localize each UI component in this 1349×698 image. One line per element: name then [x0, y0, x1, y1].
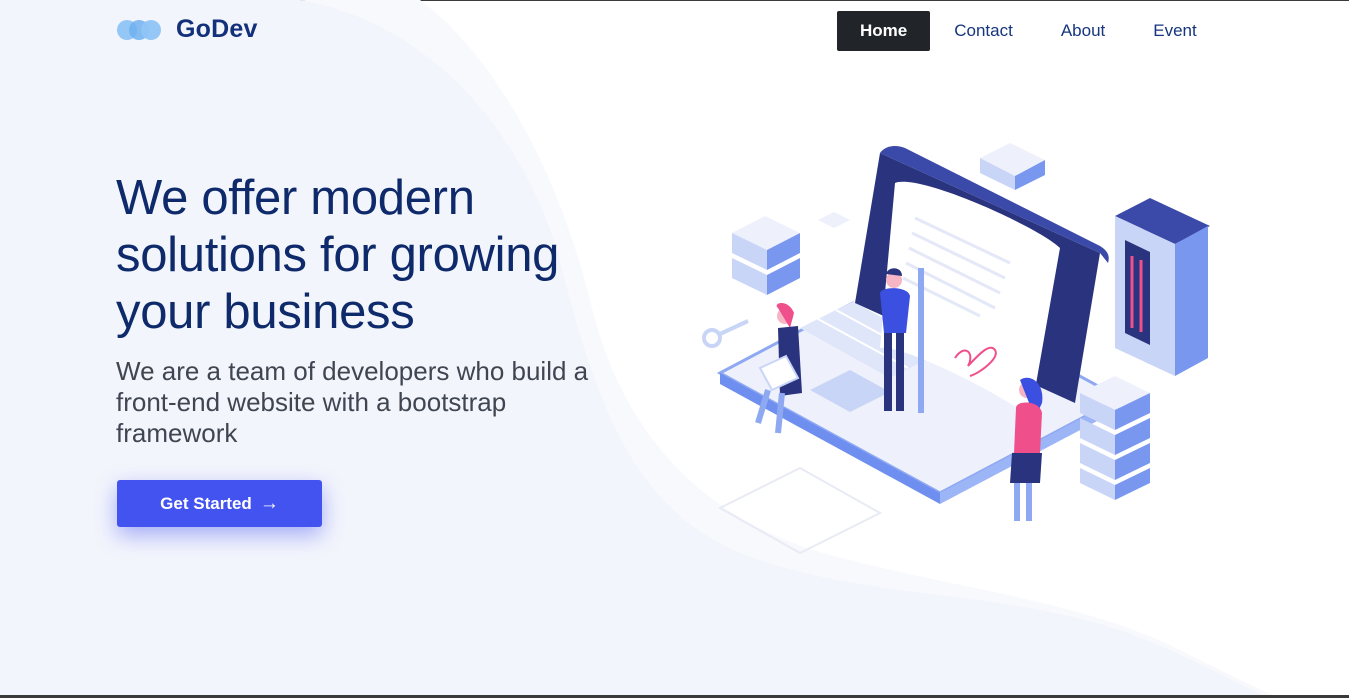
hero-subtitle-line: framework	[116, 418, 238, 448]
nav-event[interactable]: Event	[1129, 11, 1220, 51]
hero-title-line: your business	[116, 285, 415, 339]
nav-home[interactable]: Home	[837, 11, 931, 51]
hero-title-line: We offer modern	[116, 171, 475, 225]
nav-contact[interactable]: Contact	[930, 11, 1037, 51]
arrow-right-icon: →	[259, 492, 279, 514]
brand-logo[interactable]: GoDev	[116, 15, 258, 44]
brand-name: GoDev	[176, 15, 258, 43]
main-nav: Home Contact About Event	[837, 11, 1221, 51]
hero-title-line: solutions for growing	[116, 228, 560, 282]
three-circles-logo-icon	[116, 18, 162, 42]
hero-title: We offer modern solutions for growing yo…	[116, 170, 676, 341]
get-started-button[interactable]: Get Started →	[117, 480, 322, 527]
get-started-label: Get Started	[160, 493, 252, 513]
hero-subtitle-line: front-end website with a bootstrap	[116, 387, 507, 417]
hero-illustration	[702, 143, 1210, 555]
hero-subtitle: We are a team of developers who build a …	[116, 356, 676, 449]
nav-about[interactable]: About	[1037, 11, 1129, 51]
site-header: GoDev Home Contact About Event	[0, 1, 1349, 61]
hero-subtitle-line: We are a team of developers who build a	[116, 356, 589, 386]
